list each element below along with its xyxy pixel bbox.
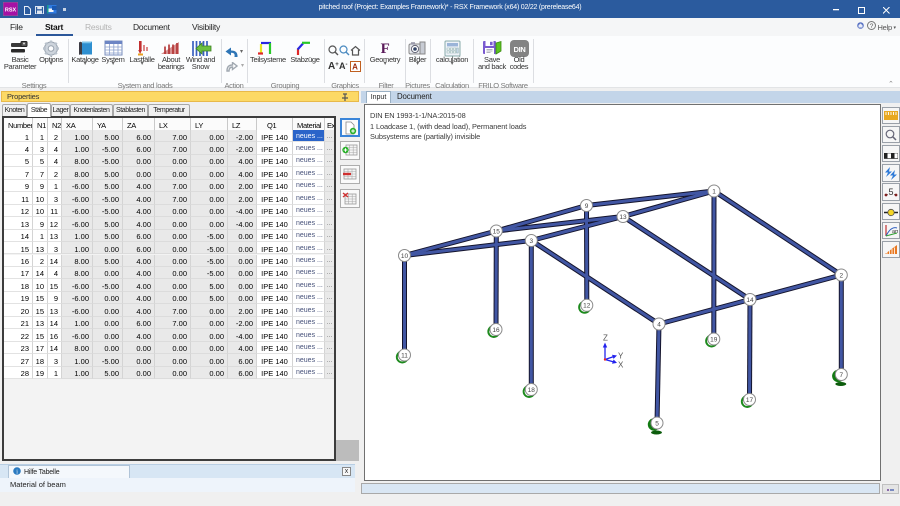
svg-text:11: 11 [401, 352, 408, 359]
svg-text:4: 4 [657, 321, 661, 328]
svg-text:X: X [618, 360, 624, 369]
svg-text:DIN: DIN [513, 45, 525, 54]
svg-text:17: 17 [746, 396, 754, 403]
svg-text:18: 18 [528, 386, 536, 393]
svg-text:15: 15 [493, 228, 501, 235]
svg-text:Y: Y [618, 351, 624, 360]
svg-text:10: 10 [401, 252, 409, 259]
svg-text:A: A [352, 63, 358, 72]
svg-text:3: 3 [529, 237, 533, 244]
svg-text:1: 1 [712, 188, 716, 195]
svg-text:7: 7 [839, 371, 843, 378]
svg-text:Z: Z [603, 333, 608, 342]
svg-text:?: ? [870, 23, 874, 30]
svg-text:F: F [381, 41, 390, 56]
svg-text:9: 9 [585, 202, 589, 209]
svg-text:13: 13 [619, 213, 627, 220]
svg-text:5: 5 [655, 420, 659, 427]
svg-text:16: 16 [492, 326, 500, 333]
svg-text:19: 19 [710, 336, 718, 343]
svg-text:12: 12 [583, 302, 591, 309]
svg-text:2: 2 [839, 272, 843, 279]
svg-text:14: 14 [746, 296, 754, 303]
svg-text:.5.: .5. [886, 187, 896, 197]
svg-text:ame: ame [892, 229, 898, 235]
